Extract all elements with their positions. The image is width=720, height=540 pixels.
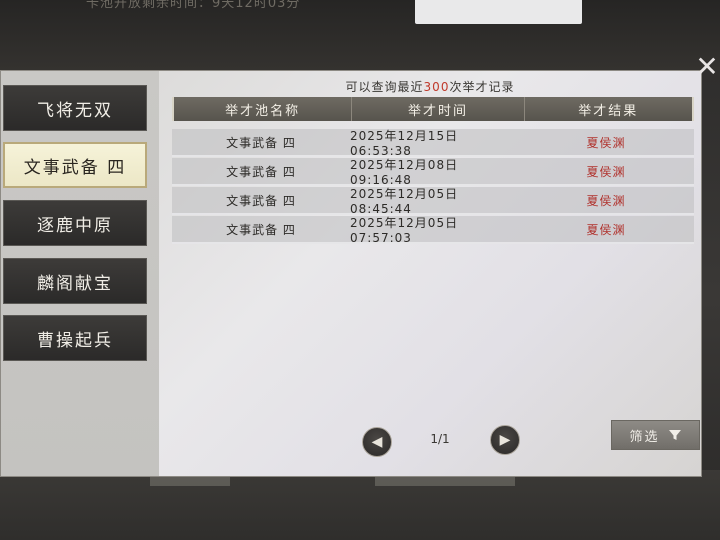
tab-pool-5[interactable]: 曹操起兵 [3, 315, 147, 361]
cell-time: 2025年12月08日 09:16:48 [350, 157, 459, 187]
cell-time: 2025年12月15日 06:53:38 [350, 128, 459, 158]
cell-result: 夏侯渊 [586, 193, 626, 208]
pool-sidebar: 飞将无双 文事武备 四 逐鹿中原 麟阁献宝 曹操起兵 [1, 71, 159, 476]
table-row: 文事武备 四 2025年12月08日 09:16:48 夏侯渊 [172, 157, 694, 187]
game-background-bottom [0, 470, 720, 540]
chevron-left-icon: ◀ [371, 434, 383, 450]
tab-pool-1[interactable]: 飞将无双 [3, 85, 147, 131]
filter-label: 筛选 [629, 429, 660, 445]
table-row: 文事武备 四 2025年12月15日 06:53:38 夏侯渊 [172, 128, 694, 158]
filter-button[interactable]: 筛选 [611, 420, 700, 450]
close-icon[interactable]: ✕ [694, 53, 720, 81]
prev-page-button[interactable]: ◀ [362, 427, 392, 457]
column-pool-name: 举才池名称 [174, 97, 353, 121]
pool-remaining-time: 卡池开放剩余时间：9天12时03分 [86, 0, 301, 11]
table-row: 文事武备 四 2025年12月05日 07:57:03 夏侯渊 [172, 215, 694, 245]
note-prefix: 可以查询最近 [345, 80, 424, 94]
cell-pool: 文事武备 四 [226, 135, 296, 150]
cell-result: 夏侯渊 [586, 164, 626, 179]
cell-result: 夏侯渊 [586, 135, 626, 150]
tab-pool-4[interactable]: 麟阁献宝 [3, 258, 147, 304]
game-background-top: 卡池开放剩余时间：9天12时03分 [0, 0, 720, 70]
cell-result: 夏侯渊 [586, 222, 626, 237]
column-recruit-result: 举才结果 [578, 103, 639, 119]
record-limit-note: 可以查询最近300次举才记录 [170, 78, 690, 96]
tab-pool-2[interactable]: 文事武备 四 [3, 142, 147, 188]
cell-time: 2025年12月05日 07:57:03 [350, 215, 459, 245]
table-row: 文事武备 四 2025年12月05日 08:45:44 夏侯渊 [172, 186, 694, 216]
filter-funnel-icon [668, 430, 681, 440]
column-recruit-time: 举才时间 [352, 97, 525, 121]
note-suffix: 次举才记录 [449, 80, 515, 94]
table-header: 举才池名称 举才时间 举才结果 [172, 97, 694, 121]
cell-time: 2025年12月05日 08:45:44 [350, 186, 459, 216]
page-indicator: 1/1 [430, 432, 450, 446]
next-page-button[interactable]: ▶ [490, 425, 520, 455]
background-panel [415, 0, 582, 24]
note-count: 300 [423, 80, 450, 94]
cell-pool: 文事武备 四 [226, 164, 296, 179]
tab-pool-3[interactable]: 逐鹿中原 [3, 200, 147, 246]
chevron-right-icon: ▶ [499, 432, 511, 448]
cell-pool: 文事武备 四 [226, 193, 296, 208]
cell-pool: 文事武备 四 [226, 222, 296, 237]
